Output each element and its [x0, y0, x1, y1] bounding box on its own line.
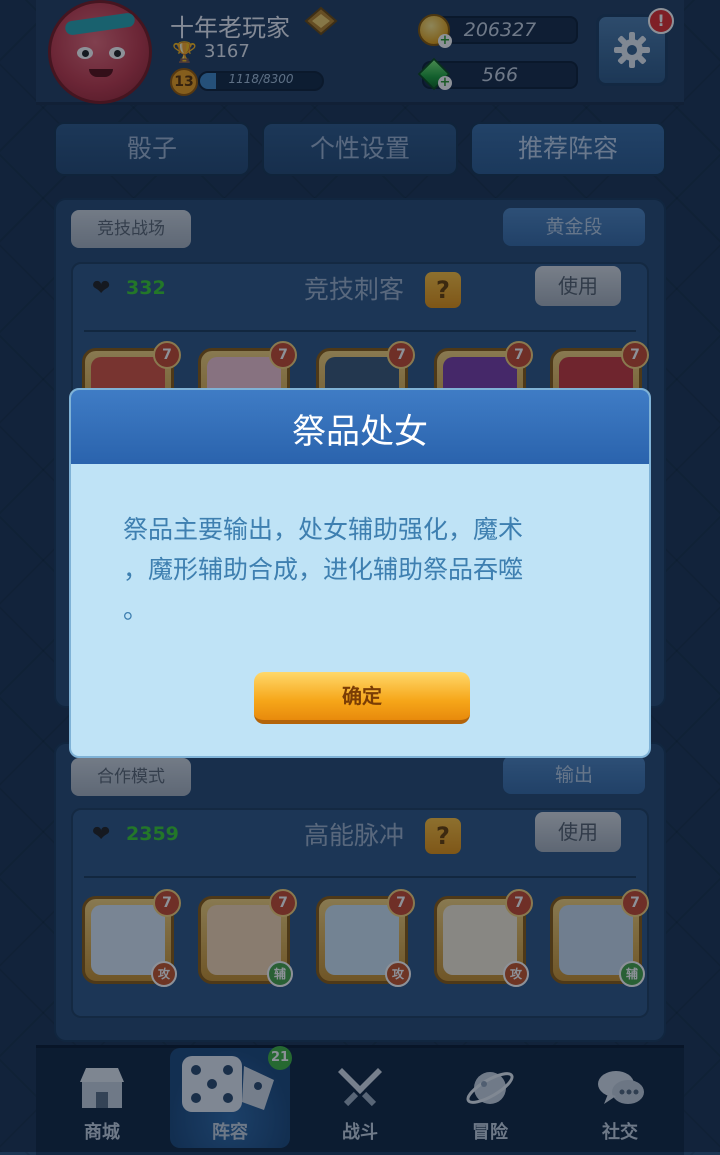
dialog-title: 祭品处女 [292, 412, 428, 452]
deck-info-dialog: 祭品处女 祭品主要输出，处女辅助强化，魔术 ，魔形辅助合成，进化辅助祭品吞噬 。… [69, 388, 651, 758]
dialog-body-line: 。 [123, 595, 149, 624]
dialog-body-line: ，魔形辅助合成，进化辅助祭品吞噬 [123, 555, 524, 584]
dialog-body: 祭品主要输出，处女辅助强化，魔术 ，魔形辅助合成，进化辅助祭品吞噬 。 [123, 510, 603, 630]
dialog-body-line: 祭品主要输出，处女辅助强化，魔术 [123, 515, 524, 544]
confirm-button[interactable]: 确定 [254, 672, 470, 724]
